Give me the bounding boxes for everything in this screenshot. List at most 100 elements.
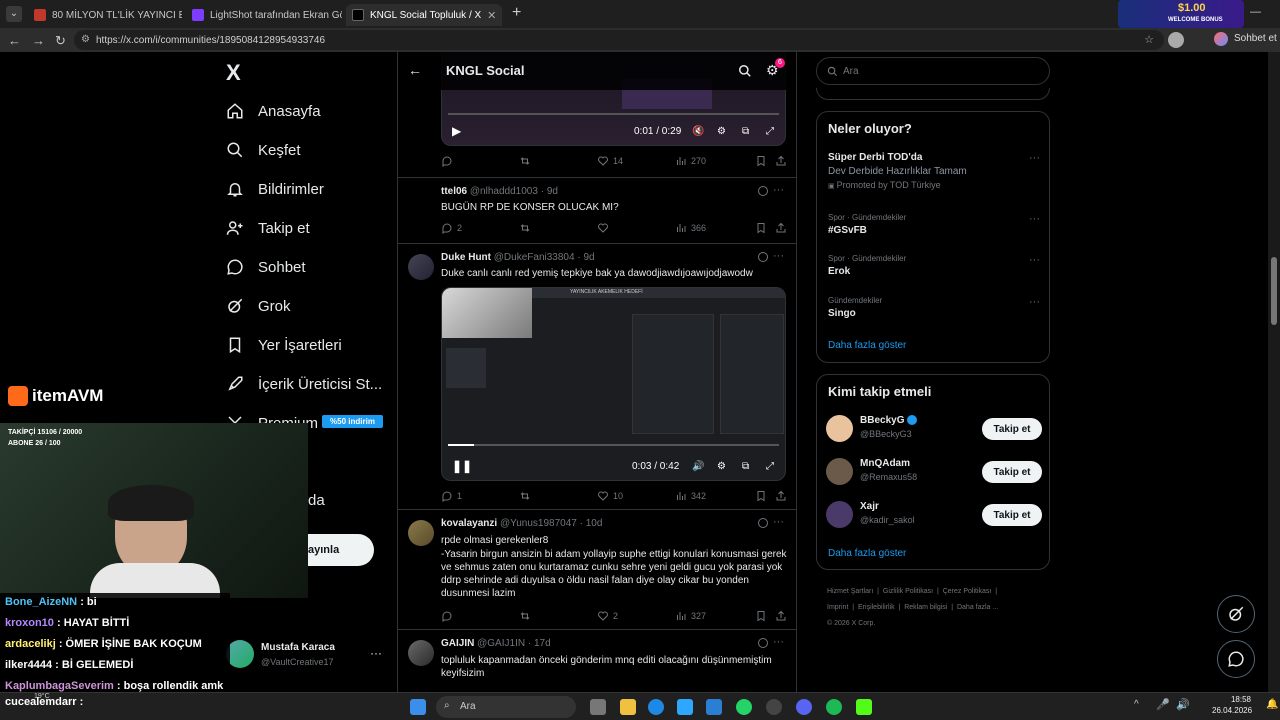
whatsapp-icon[interactable]	[736, 699, 752, 715]
pip-icon[interactable]: ⧉	[742, 461, 749, 472]
tab-lightshot[interactable]: LightShot tarafından Ekran Görünt ✕	[186, 4, 342, 26]
like-button[interactable]: 10	[597, 490, 623, 502]
reply-button[interactable]	[441, 155, 457, 167]
post-more-icon[interactable]: ···	[773, 184, 784, 196]
show-more-trends-link[interactable]: Daha fazla göster	[828, 340, 906, 351]
post-author[interactable]: kovalayanzi @Yunus1987047 · 10d	[441, 518, 602, 529]
mute-icon[interactable]: 🔇	[692, 126, 704, 137]
tab-list-button[interactable]: ⌄	[6, 6, 22, 22]
clock-time[interactable]: 18:58	[1229, 695, 1251, 704]
minimize-icon[interactable]: —	[1250, 6, 1261, 18]
follow-button[interactable]: Takip et	[982, 504, 1042, 526]
footer-link[interactable]: Reklam bilgisi	[904, 604, 947, 611]
site-info-icon[interactable]: ⚙	[81, 34, 90, 45]
share-button[interactable]	[775, 610, 791, 622]
page-scrollbar[interactable]	[1268, 52, 1280, 692]
back-arrow-icon[interactable]: ←	[408, 62, 422, 78]
post-avatar[interactable]	[408, 188, 434, 214]
new-tab-icon[interactable]: +	[512, 4, 521, 22]
nav-follow[interactable]: Takip et	[226, 219, 310, 237]
messages-fab[interactable]	[1217, 640, 1255, 678]
follow-suggestion[interactable]: Xajr @kadir_sakol Takip et	[826, 499, 1042, 529]
trend-more-icon[interactable]: ···	[1029, 152, 1040, 164]
nav-bookmarks[interactable]: Yer İşaretleri	[226, 336, 342, 354]
close-tab-icon[interactable]: ✕	[481, 9, 496, 22]
footer-link[interactable]: Erişilebilirlik	[858, 604, 895, 611]
play-icon[interactable]: ▶	[452, 124, 461, 138]
suggestion-avatar[interactable]	[826, 501, 853, 528]
bookmark-button[interactable]	[755, 155, 771, 167]
repost-button[interactable]	[519, 490, 535, 502]
nav-more-label[interactable]: da	[308, 492, 325, 509]
chat-button-label[interactable]: Sohbet et	[1234, 33, 1277, 44]
bookmark-button[interactable]	[755, 490, 771, 502]
grok-explain-icon[interactable]	[758, 252, 768, 262]
notification-icon[interactable]: 🔔	[1266, 699, 1278, 710]
show-more-follow-link[interactable]: Daha fazla göster	[828, 548, 906, 559]
post-author[interactable]: ttel06 @nlhaddd1003 · 9d	[441, 186, 558, 197]
like-button[interactable]	[597, 222, 613, 234]
tab-x-community[interactable]: KNGL Social Topluluk / X ✕	[346, 4, 502, 26]
account-more-icon[interactable]: ···	[370, 646, 382, 660]
x-logo[interactable]: X	[226, 60, 241, 86]
settings-icon[interactable]: ⚙	[717, 461, 726, 472]
suggestion-avatar[interactable]	[826, 458, 853, 485]
taskbar-search[interactable]: ⌕ Ara	[436, 696, 576, 718]
video-progress[interactable]	[448, 444, 779, 446]
copilot-icon[interactable]	[1214, 32, 1228, 46]
nav-grok[interactable]: Grok	[226, 297, 291, 315]
mail-icon[interactable]	[706, 699, 722, 715]
tray-chevron-icon[interactable]: ^	[1134, 699, 1139, 710]
store-icon[interactable]	[677, 699, 693, 715]
chatgpt-icon[interactable]	[766, 699, 782, 715]
grok-explain-icon[interactable]	[758, 186, 768, 196]
weather-widget[interactable]: 19°C	[34, 693, 50, 700]
settings-icon[interactable]: ⚙	[717, 126, 726, 137]
trend-more-icon[interactable]: ···	[1029, 254, 1040, 266]
share-button[interactable]	[775, 222, 791, 234]
grok-fab[interactable]	[1217, 595, 1255, 633]
video-progress[interactable]	[448, 113, 779, 115]
footer-link[interactable]: Çerez Politikası	[943, 588, 992, 595]
views-button[interactable]: 366	[675, 222, 706, 234]
trend-item[interactable]: Spor · Gündemdekiler Erok ···	[828, 254, 1040, 277]
trend-more-icon[interactable]: ···	[1029, 213, 1040, 225]
clock-date[interactable]: 26.04.2026	[1212, 706, 1252, 715]
post[interactable]: ttel06 @nlhaddd1003 · 9d ··· BUGÜN RP DE…	[398, 178, 796, 244]
profile-avatar[interactable]	[1168, 32, 1184, 48]
discord-icon[interactable]	[796, 699, 812, 715]
post-author[interactable]: Duke Hunt @DukeFani33804 · 9d	[441, 252, 595, 263]
follow-button[interactable]: Takip et	[982, 418, 1042, 440]
favorite-star-icon[interactable]: ☆	[1144, 33, 1154, 46]
footer-link[interactable]: Imprint	[827, 604, 848, 611]
repost-button[interactable]	[519, 222, 535, 234]
views-button[interactable]: 342	[675, 490, 706, 502]
reply-button[interactable]: 2	[441, 222, 462, 234]
search-field[interactable]: Ara	[816, 57, 1050, 85]
scrollbar-thumb[interactable]	[1271, 257, 1277, 325]
volume-icon[interactable]: 🔊	[1176, 698, 1190, 711]
repost-button[interactable]	[519, 155, 535, 167]
like-button[interactable]: 14	[597, 155, 623, 167]
url-bar[interactable]: ⚙ https://x.com/i/communities/1895084128…	[74, 30, 1164, 50]
grok-explain-icon[interactable]	[758, 518, 768, 528]
share-button[interactable]	[775, 490, 791, 502]
post-avatar[interactable]	[408, 520, 434, 546]
forward-icon[interactable]: →	[32, 33, 45, 48]
trend-more-icon[interactable]: ···	[1029, 296, 1040, 308]
post-avatar[interactable]	[408, 254, 434, 280]
nav-home[interactable]: Anasayfa	[226, 102, 321, 120]
start-icon[interactable]	[410, 699, 426, 715]
footer-link[interactable]: Hizmet Şartları	[827, 588, 873, 595]
trend-item[interactable]: Süper Derbi TOD'da Dev Derbide Hazırlıkl…	[828, 152, 1040, 190]
follow-suggestion[interactable]: BBeckyG @BBeckyG3 Takip et	[826, 413, 1042, 443]
reply-button[interactable]	[441, 610, 457, 622]
file-explorer-icon[interactable]	[620, 699, 636, 715]
bookmark-button[interactable]	[755, 610, 771, 622]
tab-youtube[interactable]: 80 MİLYON TL'LİK YAYINCI EVİM - ✕	[28, 4, 182, 26]
nav-explore[interactable]: Keşfet	[226, 141, 301, 159]
post-button[interactable]: ayınla	[300, 534, 374, 566]
reply-button[interactable]: 1	[441, 490, 462, 502]
pip-icon[interactable]: ⧉	[742, 126, 749, 137]
nav-chat[interactable]: Sohbet	[226, 258, 306, 276]
